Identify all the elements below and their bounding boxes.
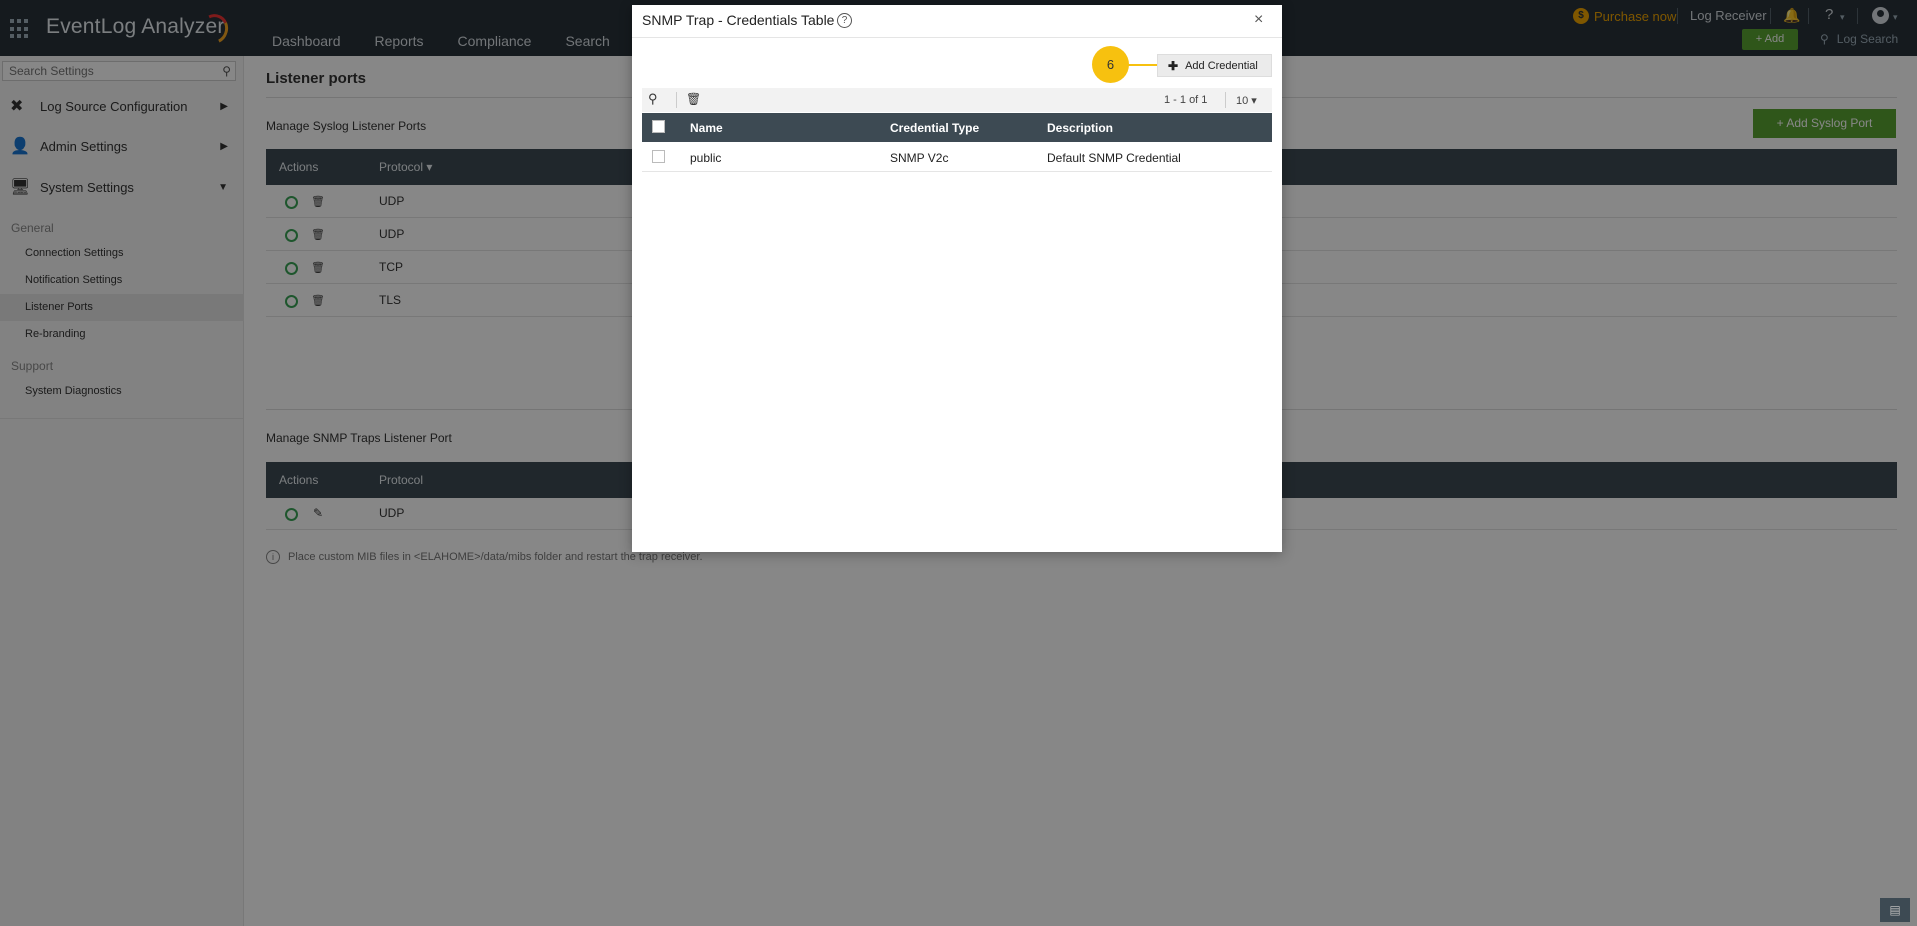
plus-icon: ✚: [1168, 58, 1179, 73]
column-header-credential-type[interactable]: Credential Type: [890, 121, 979, 135]
page-size-select[interactable]: 10 ▾: [1236, 94, 1257, 107]
trash-icon[interactable]: 🗑: [686, 92, 701, 106]
modal-title: SNMP Trap - Credentials Table: [642, 12, 835, 28]
step-connector: [1126, 64, 1158, 66]
credentials-table-header: Name Credential Type Description: [642, 113, 1272, 142]
add-credential-label: Add Credential: [1185, 59, 1258, 72]
credential-name: public: [690, 151, 722, 165]
divider: [1225, 92, 1226, 108]
add-credential-button[interactable]: ✚ Add Credential: [1157, 54, 1272, 77]
credentials-modal: SNMP Trap - Credentials Table ? × 6 ✚ Ad…: [632, 5, 1282, 552]
column-header-name[interactable]: Name: [690, 121, 723, 135]
select-all-checkbox[interactable]: [652, 120, 665, 133]
table-toolbar: ⚲ 🗑 1 - 1 of 1 10 ▾: [642, 88, 1272, 112]
pagination-info: 1 - 1 of 1: [1164, 94, 1208, 106]
page-size-value: 10: [1236, 95, 1249, 107]
credential-description: Default SNMP Credential: [1047, 151, 1181, 165]
column-header-description[interactable]: Description: [1047, 121, 1113, 135]
help-icon[interactable]: ?: [837, 13, 852, 28]
chat-icon[interactable]: ▤: [1880, 898, 1910, 922]
search-icon[interactable]: ⚲: [648, 91, 658, 107]
close-icon[interactable]: ×: [1254, 11, 1263, 29]
row-checkbox[interactable]: [652, 150, 665, 163]
divider: [676, 92, 677, 108]
credential-type: SNMP V2c: [890, 151, 949, 165]
table-row[interactable]: public SNMP V2c Default SNMP Credential: [642, 142, 1272, 172]
modal-header: SNMP Trap - Credentials Table ? ×: [632, 5, 1282, 38]
step-badge: 6: [1092, 46, 1129, 83]
